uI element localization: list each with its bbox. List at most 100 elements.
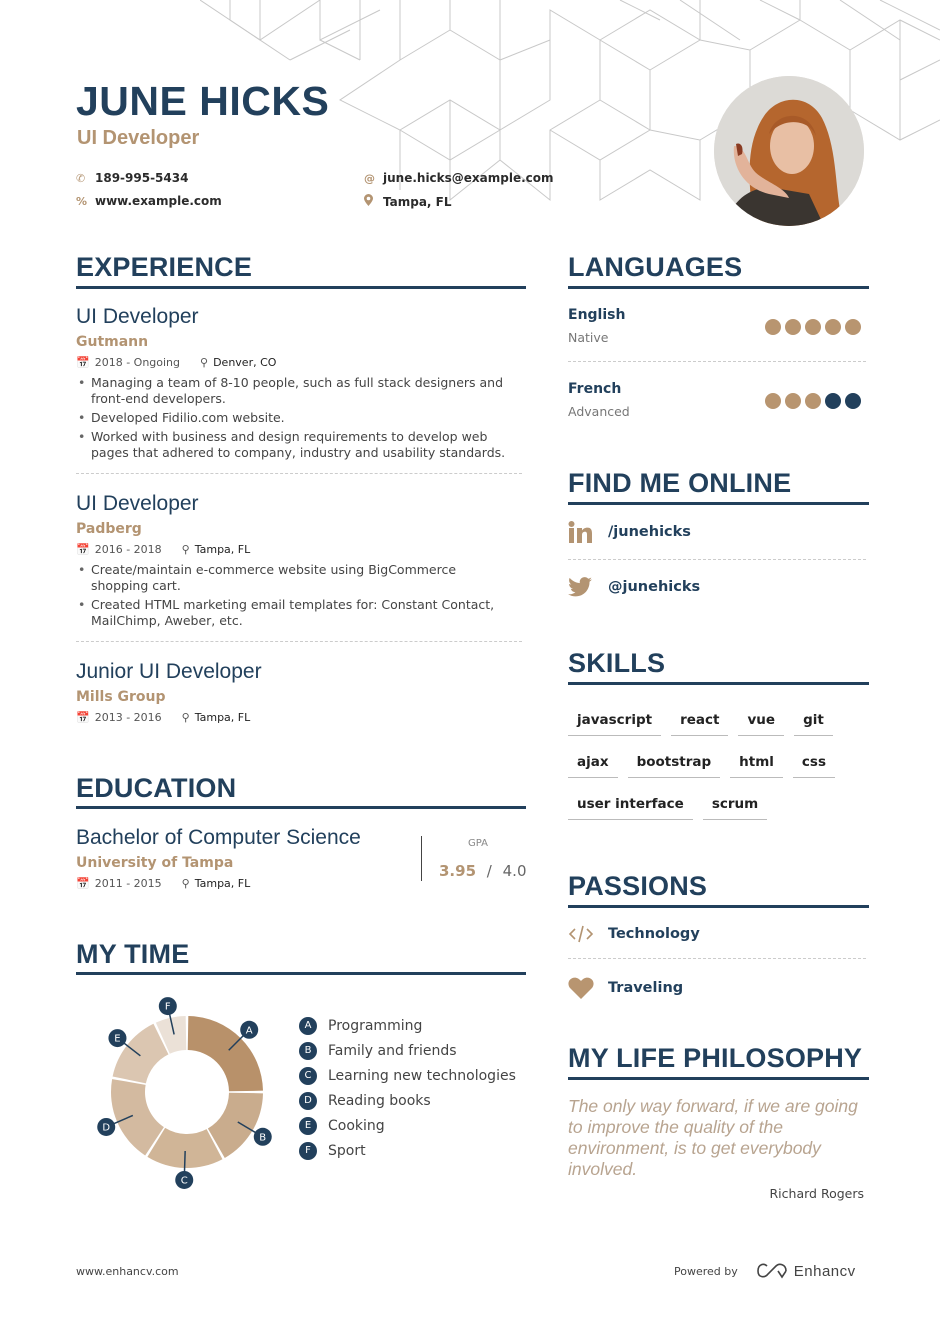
degree-title: Bachelor of Computer Science (76, 826, 361, 849)
donut-label-text: C (181, 1175, 188, 1186)
experience-rule (76, 286, 526, 289)
twitter-handle: @junehicks (608, 579, 701, 595)
twitter-link[interactable]: @junehicks (568, 577, 700, 597)
footer-site-link[interactable]: www.enhancv.com (76, 1265, 179, 1278)
skills-heading: SKILLS (568, 648, 666, 678)
philosophy-heading: MY LIFE PHILOSOPHY (568, 1043, 863, 1073)
job-dates: 2013 - 2016 (94, 711, 162, 724)
legend-badge: C (299, 1066, 317, 1085)
rating-dot-empty (825, 393, 841, 409)
quote-author: Richard Rogers (769, 1186, 865, 1201)
linkedin-handle: /junehicks (608, 524, 691, 540)
contact-phone[interactable]: ✆ 189-995-5434 (76, 171, 188, 185)
job-dates: 2016 - 2018 (94, 543, 162, 556)
job-bullet: Developed Fidilio.com website. (76, 410, 516, 426)
at-icon: @ (364, 171, 375, 185)
skill-tag: html (730, 748, 783, 778)
donut-label-text: E (114, 1034, 120, 1045)
enhancv-logo-icon (756, 1262, 788, 1280)
job-bullet: Create/maintain e-commerce website using… (76, 562, 516, 594)
my-time-rule (76, 972, 526, 975)
languages-rule (568, 286, 869, 289)
skill-tag: vue (738, 706, 785, 736)
education-rule (76, 806, 526, 809)
gpa-divider (421, 836, 422, 881)
philosophy-rule (568, 1077, 869, 1080)
passion-label: Traveling (608, 980, 684, 996)
gpa-score: 3.95 (439, 862, 477, 880)
donut-label-text: D (102, 1122, 110, 1133)
job-title: UI Developer (76, 492, 199, 515)
candidate-role: UI Developer (77, 127, 200, 149)
skills-list: javascript react vue git ajax bootstrap html cs… (568, 706, 868, 820)
divider (76, 641, 522, 642)
passions-rule (568, 905, 869, 908)
code-icon (568, 925, 608, 943)
location-text: Tampa, FL (383, 194, 452, 209)
heart-icon (568, 977, 608, 999)
rating-dot-filled (765, 319, 781, 335)
job-title: Junior UI Developer (76, 660, 262, 683)
powered-by-label: Powered by (674, 1264, 738, 1278)
education-dates: 2011 - 2015 (94, 877, 162, 890)
skill-tag: bootstrap (627, 748, 721, 778)
gpa-max: 4.0 (502, 862, 527, 880)
link-icon: % (76, 194, 88, 208)
location-pin-icon: ⚲ (181, 543, 190, 556)
legend-item: C Learning new technologies (299, 1063, 516, 1088)
legend-item: A Programming (299, 1013, 516, 1038)
location-pin-icon: ⚲ (200, 356, 209, 369)
skill-tag: ajax (568, 748, 618, 778)
job-bullet: Managing a team of 8-10 people, such as … (76, 375, 516, 407)
language-level: Native (568, 330, 609, 345)
languages-heading: LANGUAGES (568, 252, 743, 282)
skill-tag: css (792, 748, 835, 778)
contact-location: Tampa, FL (364, 194, 452, 209)
job-company: Gutmann (76, 334, 149, 350)
legend-label: Reading books (328, 1092, 431, 1109)
profile-photo (714, 76, 864, 226)
philosophy-quote: The only way forward, if we are going to… (568, 1096, 858, 1179)
linkedin-link[interactable]: /junehicks (568, 521, 691, 543)
skill-tag: scrum (702, 790, 768, 820)
rating-dot-filled (825, 319, 841, 335)
website-text: www.example.com (95, 194, 222, 208)
legend-item: F Sport (299, 1138, 516, 1163)
footer-powered-by[interactable]: Powered by Enhancv (674, 1262, 856, 1280)
job-bullets: Managing a team of 8-10 people, such as … (76, 375, 516, 464)
language-name: French (568, 381, 622, 397)
contact-website[interactable]: % www.example.com (76, 194, 222, 208)
email-text: june.hicks@example.com (383, 171, 554, 185)
school-name: University of Tampa (76, 855, 234, 871)
job-location: Denver, CO (213, 356, 277, 369)
rating-dot-empty (845, 393, 861, 409)
experience-heading: EXPERIENCE (76, 252, 253, 282)
education-location: Tampa, FL (194, 877, 251, 890)
language-name: English (568, 307, 626, 323)
rating-dot-filled (805, 319, 821, 335)
language-rating (765, 393, 861, 409)
phone-icon: ✆ (76, 171, 86, 185)
gpa-value: 3.95 / 4.0 (439, 862, 527, 880)
rating-dot-filled (785, 319, 801, 335)
contact-email[interactable]: @ june.hicks@example.com (364, 171, 554, 185)
my-time-heading: MY TIME (76, 939, 190, 969)
calendar-icon: 📅 (76, 543, 90, 556)
legend-item: D Reading books (299, 1088, 516, 1113)
location-pin-icon: ⚲ (181, 711, 190, 724)
skill-tag: react (671, 706, 729, 736)
legend-label: Sport (328, 1142, 366, 1159)
passion-label: Technology (608, 926, 700, 942)
find-me-online-rule (568, 502, 869, 505)
donut-label-text: F (165, 1002, 171, 1013)
language-level: Advanced (568, 404, 630, 419)
legend-badge: E (299, 1116, 317, 1135)
twitter-icon (568, 577, 608, 597)
calendar-icon: 📅 (76, 877, 90, 890)
legend-label: Programming (328, 1017, 423, 1034)
candidate-name: JUNE HICKS (76, 78, 330, 124)
legend-label: Family and friends (328, 1042, 457, 1059)
divider (568, 958, 866, 959)
passions-heading: PASSIONS (568, 871, 708, 901)
donut-label-text: B (259, 1132, 266, 1143)
